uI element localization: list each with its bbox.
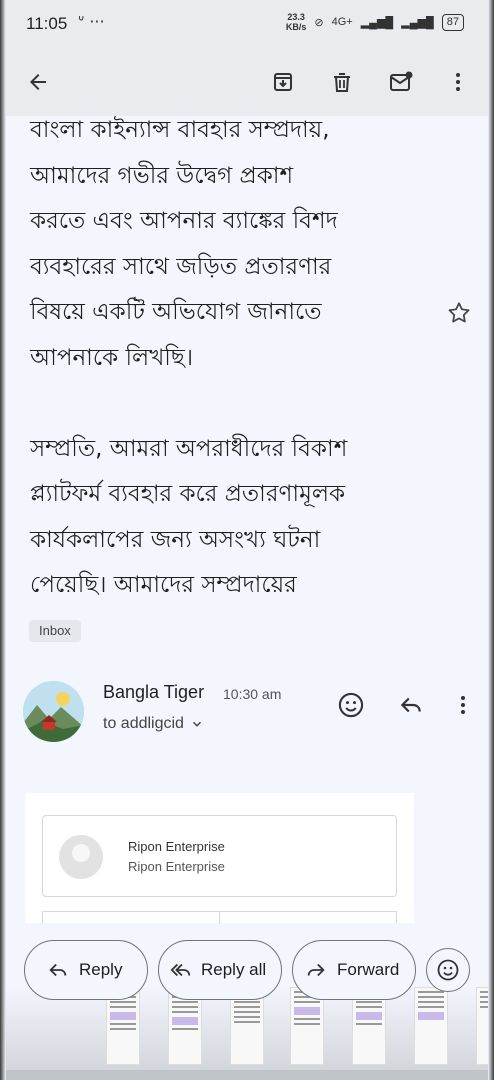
reply-icon-button[interactable] — [396, 690, 426, 720]
more-vert-icon — [456, 73, 460, 91]
emoji-icon — [437, 959, 459, 981]
embedded-subtitle: Ripon Enterprise — [128, 859, 225, 874]
alarm-off-icon: ⊘ — [314, 16, 324, 29]
landscape-avatar-icon — [23, 681, 84, 742]
reply-all-label: Reply all — [201, 960, 267, 979]
arrow-left-icon — [30, 74, 46, 90]
trash-icon — [334, 73, 350, 92]
reply-all-button[interactable]: Reply all — [158, 940, 282, 1000]
status-time: 11:05 — [26, 14, 68, 33]
archive-button[interactable] — [265, 64, 301, 100]
more-options-button[interactable] — [440, 64, 476, 100]
email-body-text: বাংলা কাইন্যান্স বাবহার সম্প্রদায়, আমাদ… — [30, 117, 348, 598]
gmail-screen: 11:05 ᐡ ··· 23.3 KB/s ⊘ 4G+ ▂▄▆█ ▂▄▆█ 87… — [0, 0, 494, 1080]
reply-icon — [400, 697, 421, 713]
chevron-down-icon — [192, 721, 201, 727]
reaction-button[interactable] — [336, 690, 366, 720]
status-bar: 11:05 ᐡ ··· 23.3 KB/s ⊘ 4G+ ▂▄▆█ ▂▄▆█ 87 — [0, 0, 494, 48]
right-edge — [488, 0, 494, 1080]
message-time: 10:30 am — [223, 686, 282, 702]
net-speed: 23.3 KB/s — [285, 12, 307, 32]
embedded-table — [42, 911, 397, 924]
forward-button[interactable]: Forward — [292, 940, 416, 1000]
battery-icon: 87 — [441, 13, 464, 31]
reply-label: Reply — [79, 960, 123, 979]
inbox-label[interactable]: Inbox — [29, 620, 81, 642]
left-edge — [0, 0, 6, 1080]
notification-icons: ᐡ ··· — [78, 12, 105, 31]
recipients-text: to addligcid — [103, 715, 184, 732]
embedded-avatar — [59, 835, 103, 879]
more-vert-icon — [461, 696, 465, 714]
emoji-icon — [338, 692, 364, 718]
signal-icon: ▂▄▆█ — [360, 16, 394, 29]
mark-unread-button[interactable] — [383, 64, 419, 100]
embedded-sender-card: Ripon Enterprise Ripon Enterprise — [42, 815, 397, 897]
email-body-viewport: বাংলা কাইন্যান্স বাবহার সম্প্রদায়, আমাদ… — [0, 116, 494, 616]
embedded-name: Ripon Enterprise — [128, 839, 225, 854]
back-button[interactable] — [20, 64, 56, 100]
signal-2-icon: ▂▄▆█ — [401, 16, 434, 29]
delete-button[interactable] — [324, 64, 360, 100]
archive-icon — [274, 73, 292, 91]
toolbar — [0, 48, 494, 116]
forward-label: Forward — [337, 960, 400, 979]
star-button[interactable] — [446, 300, 472, 330]
reply-all-icon — [170, 963, 191, 977]
status-right-group: 23.3 KB/s ⊘ 4G+ ▂▄▆█ ▂▄▆█ 87 — [286, 12, 464, 32]
recipients-toggle[interactable]: to addligcid — [103, 715, 204, 733]
star-icon — [448, 302, 470, 323]
sender-name: Bangla Tiger — [103, 682, 205, 702]
gesture-nav-bar — [0, 1070, 494, 1080]
embedded-message-preview: Ripon Enterprise Ripon Enterprise — [25, 793, 414, 924]
reply-icon — [49, 963, 67, 977]
mail-unread-icon — [390, 71, 413, 91]
message-more-button[interactable] — [448, 690, 478, 720]
network-type: 4G+ — [331, 16, 353, 28]
sender-avatar[interactable] — [23, 681, 84, 742]
reply-button[interactable]: Reply — [24, 940, 148, 1000]
react-button[interactable] — [426, 948, 470, 992]
forward-icon — [307, 963, 325, 977]
thumbnail[interactable] — [414, 987, 448, 1065]
